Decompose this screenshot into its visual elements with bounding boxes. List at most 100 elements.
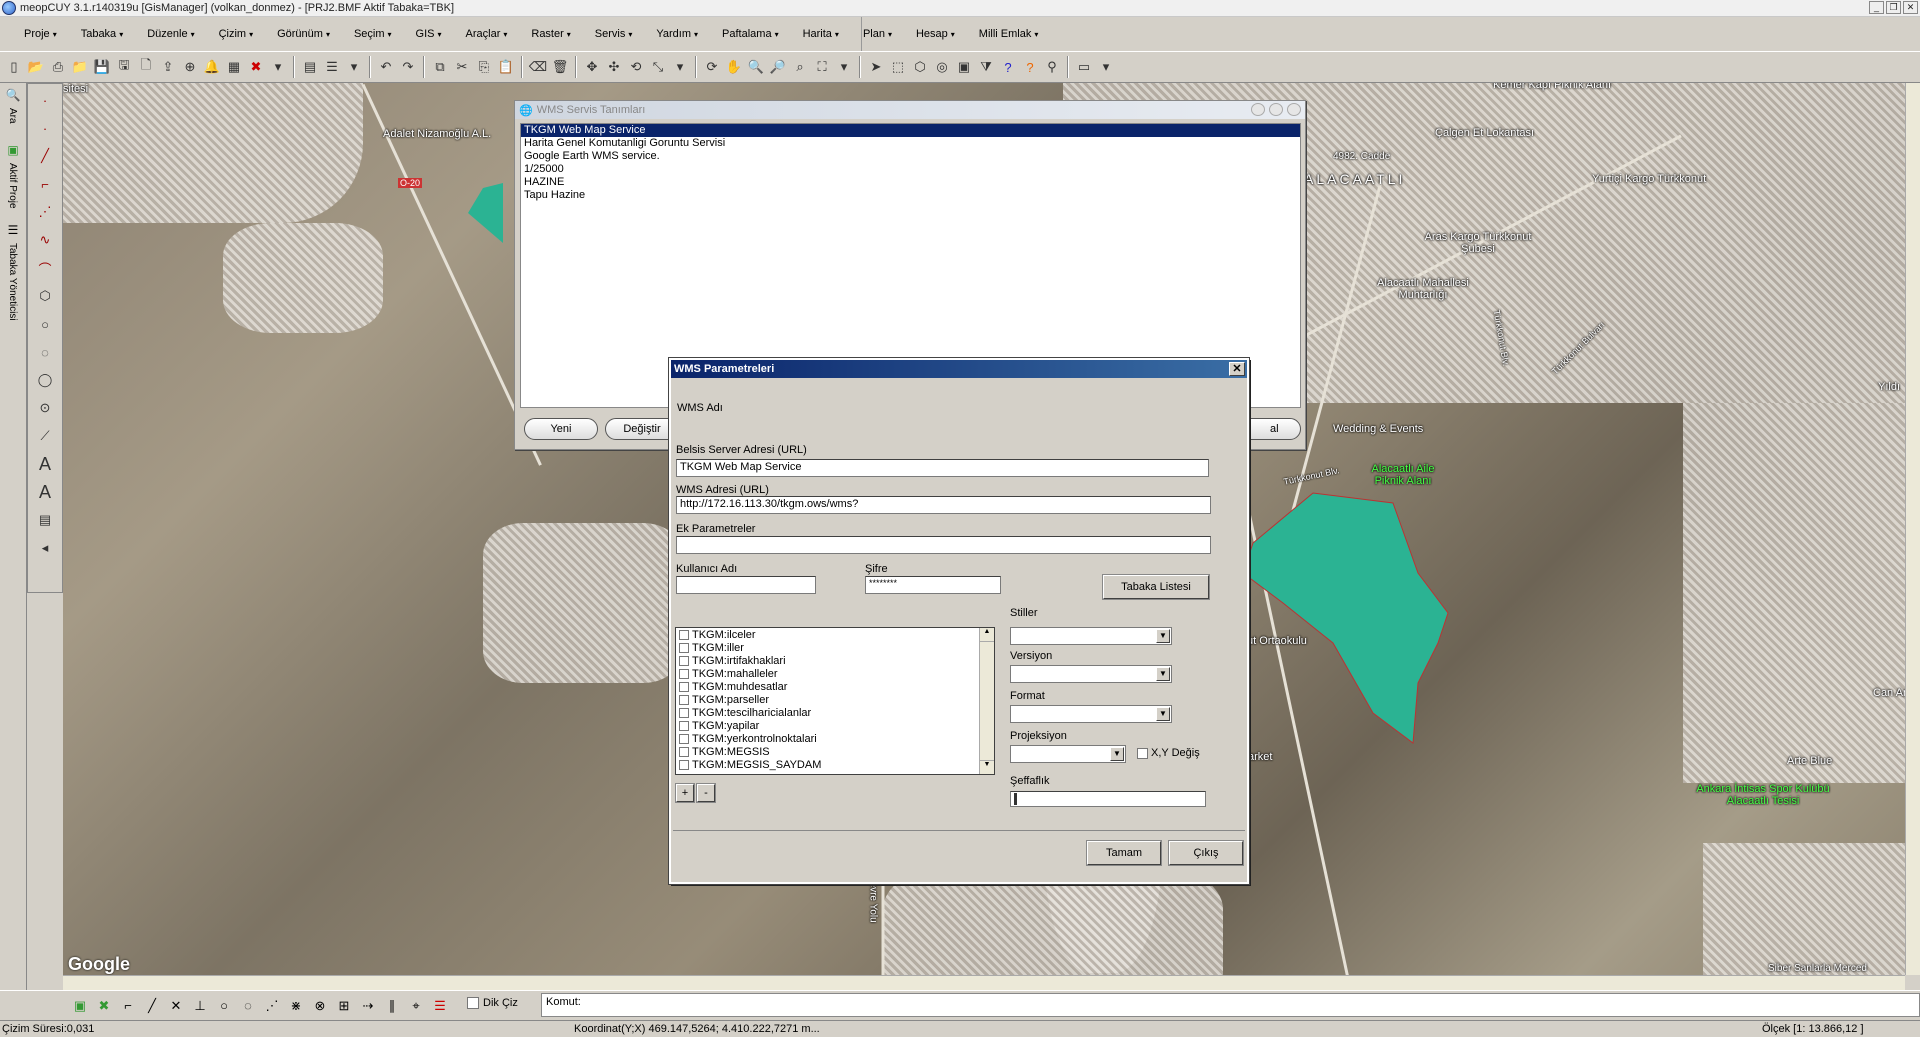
project-icon[interactable]: ▣: [4, 141, 22, 159]
select-circle-icon[interactable]: ◎: [932, 57, 952, 77]
layer-row[interactable]: TKGM:muhdesatlar: [676, 680, 994, 693]
map-horizontal-scrollbar[interactable]: [63, 975, 1905, 990]
xy-swap-checkbox[interactable]: X,Y Değiş: [1137, 747, 1200, 759]
checkbox-box[interactable]: [679, 694, 689, 705]
extra-params-field[interactable]: [676, 536, 1211, 554]
exit-button[interactable]: Çıkış: [1168, 840, 1244, 866]
save-as-icon[interactable]: 🖫: [114, 57, 134, 77]
zoom-window-icon[interactable]: ⌕: [790, 57, 810, 77]
select-window-icon[interactable]: ⬚: [888, 57, 908, 77]
format-select[interactable]: ▼: [1010, 705, 1172, 723]
menu-item[interactable]: Düzenle: [131, 28, 202, 40]
layer-stack-icon[interactable]: ☰: [430, 996, 450, 1016]
scroll-up-icon[interactable]: ▲: [980, 628, 994, 642]
eraser-icon[interactable]: ⌫: [528, 57, 548, 77]
minimize-circle-button[interactable]: [1251, 103, 1265, 116]
version-select[interactable]: ▼: [1010, 665, 1172, 683]
new-file-icon[interactable]: ▯: [4, 57, 24, 77]
layer-row[interactable]: TKGM:MEGSIS: [676, 745, 994, 758]
menu-item[interactable]: Servis: [579, 28, 641, 40]
spline-icon[interactable]: ∿: [33, 228, 57, 252]
window-layout-icon[interactable]: ▭: [1074, 57, 1094, 77]
move-icon[interactable]: ✥: [582, 57, 602, 77]
menu-item[interactable]: Araçlar: [450, 28, 516, 40]
checkbox-box[interactable]: [679, 642, 689, 653]
layer-list-button[interactable]: Tabaka Listesi: [1102, 574, 1210, 600]
snap-endpoint-icon[interactable]: ⌐: [118, 996, 138, 1016]
snap-polar-icon[interactable]: ⌖: [406, 996, 426, 1016]
duplicate-icon[interactable]: ⎘: [474, 57, 494, 77]
checkbox-box[interactable]: [679, 655, 689, 666]
checkbox-box[interactable]: [679, 629, 689, 640]
close-button[interactable]: ✕: [1903, 1, 1918, 14]
undo-icon[interactable]: ↶: [376, 57, 396, 77]
slider-thumb[interactable]: [1014, 793, 1017, 805]
dropdown-icon[interactable]: ▾: [268, 57, 288, 77]
styles-select[interactable]: ▼: [1010, 627, 1172, 645]
menu-item[interactable]: Tabaka: [65, 28, 132, 40]
select-arrow-icon[interactable]: ➤: [866, 57, 886, 77]
projection-select[interactable]: ▼: [1010, 745, 1126, 763]
layer-row[interactable]: TKGM:tescilharicialanlar: [676, 706, 994, 719]
new-button[interactable]: Yeni: [524, 418, 598, 440]
layer-row[interactable]: TKGM:yapilar: [676, 719, 994, 732]
tab-aktif-proje[interactable]: Aktif Proje: [7, 163, 18, 218]
checkbox-box[interactable]: [679, 746, 689, 757]
snap-off-icon[interactable]: ✖: [94, 996, 114, 1016]
collapse-arrow-icon[interactable]: ◂: [33, 536, 57, 560]
point-icon[interactable]: ·: [33, 88, 57, 112]
menu-item[interactable]: Raster: [515, 28, 578, 40]
layer-row[interactable]: TKGM:mahalleler: [676, 667, 994, 680]
menu-item[interactable]: Paftalama: [706, 28, 787, 40]
polyline-icon[interactable]: ⌐: [33, 172, 57, 196]
image-icon[interactable]: ▤: [33, 508, 57, 532]
list-item[interactable]: 1/25000: [521, 163, 1300, 176]
layer-list-scrollbar[interactable]: ▲ ▼: [979, 628, 994, 774]
snap-green-icon[interactable]: ▣: [70, 996, 90, 1016]
menu-item[interactable]: Proje: [8, 28, 65, 40]
snap-tangent-icon[interactable]: ◌: [238, 996, 258, 1016]
snap-intersection-icon[interactable]: ✕: [166, 996, 186, 1016]
excel-icon[interactable]: ▦: [224, 57, 244, 77]
scale-icon[interactable]: ⤡: [648, 57, 668, 77]
text-icon[interactable]: A: [33, 452, 57, 476]
delete-red-icon[interactable]: ✖: [246, 57, 266, 77]
multi-line-icon[interactable]: ⋰: [33, 200, 57, 224]
layer-row[interactable]: TKGM:MEGSIS_SAYDAM: [676, 758, 994, 771]
print-icon[interactable]: ⎙: [48, 57, 68, 77]
snap-nearest-icon[interactable]: ⋇: [286, 996, 306, 1016]
binoculars-icon[interactable]: ⚲: [1042, 57, 1062, 77]
zoom-extent-icon[interactable]: ⛶: [812, 57, 832, 77]
trash-icon[interactable]: 🗑: [550, 57, 570, 77]
tab-ara[interactable]: Ara: [7, 108, 18, 138]
text-along-icon[interactable]: A: [33, 480, 57, 504]
save-icon[interactable]: 💾: [92, 57, 112, 77]
password-field[interactable]: ********: [865, 576, 1001, 594]
copy-icon[interactable]: ⧉: [430, 57, 450, 77]
export-icon[interactable]: ⇪: [158, 57, 178, 77]
dik-ciz-checkbox[interactable]: Dik Çiz: [467, 997, 518, 1009]
search-icon[interactable]: 🔍: [4, 86, 22, 104]
parcel-polygon[interactable]: [463, 183, 503, 243]
restore-button[interactable]: ❐: [1886, 1, 1901, 14]
layers-manager-icon[interactable]: ☰: [4, 221, 22, 239]
point-icon[interactable]: ·: [33, 116, 57, 140]
circle-icon[interactable]: ○: [33, 312, 57, 336]
checkbox-box[interactable]: [679, 759, 689, 770]
layer-row[interactable]: TKGM:iller: [676, 641, 994, 654]
checkbox-box[interactable]: [679, 733, 689, 744]
cut-icon[interactable]: ✂: [452, 57, 472, 77]
close-circle-button[interactable]: [1287, 103, 1301, 116]
menu-item[interactable]: Yardım: [640, 28, 706, 40]
snap-extension-icon[interactable]: ⇢: [358, 996, 378, 1016]
measure-icon[interactable]: ⟋: [33, 424, 57, 448]
server-url-field[interactable]: TKGM Web Map Service: [676, 459, 1209, 477]
checkbox-box[interactable]: [679, 668, 689, 679]
minimize-button[interactable]: _: [1869, 1, 1884, 14]
open-icon[interactable]: 📁: [70, 57, 90, 77]
redo-icon[interactable]: ↷: [398, 57, 418, 77]
list-item[interactable]: Tapu Hazine: [521, 189, 1300, 202]
map-vertical-scrollbar[interactable]: [1905, 83, 1920, 975]
circle-3p-icon[interactable]: ◌: [33, 340, 57, 364]
menu-item[interactable]: Hesap: [900, 28, 963, 40]
